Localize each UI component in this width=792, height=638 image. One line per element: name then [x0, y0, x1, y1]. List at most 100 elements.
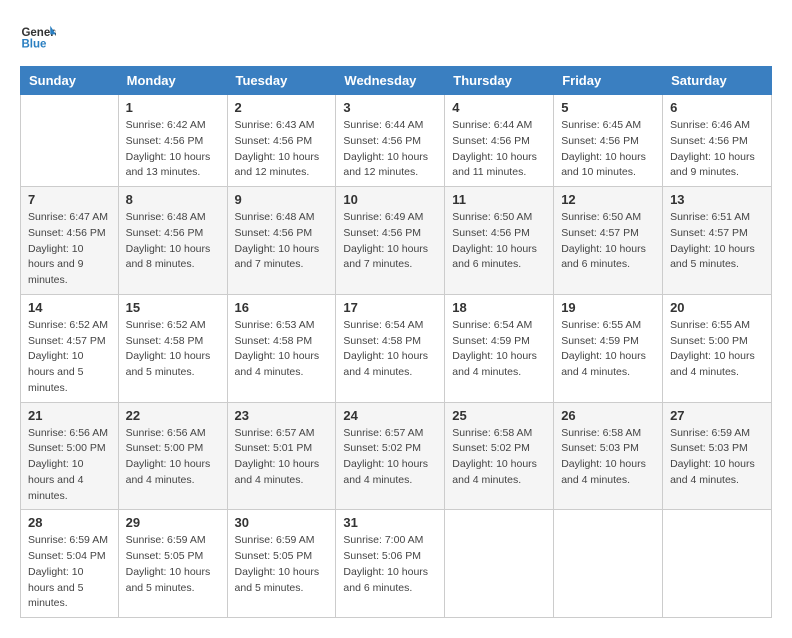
- day-cell: 16 Sunrise: 6:53 AM Sunset: 4:58 PM Dayli…: [227, 294, 336, 402]
- day-number: 15: [126, 300, 220, 315]
- day-cell: 12 Sunrise: 6:50 AM Sunset: 4:57 PM Dayli…: [554, 187, 663, 295]
- day-number: 16: [235, 300, 329, 315]
- column-header-wednesday: Wednesday: [336, 67, 445, 95]
- day-number: 3: [343, 100, 437, 115]
- svg-text:Blue: Blue: [21, 38, 47, 50]
- calendar-table: SundayMondayTuesdayWednesdayThursdayFrid…: [20, 66, 772, 618]
- day-info: Sunrise: 6:51 AM Sunset: 4:57 PM Dayligh…: [670, 210, 764, 273]
- day-cell: 4Sunrise: 6:44 AM Sunset: 4:56 PM Daylig…: [445, 95, 554, 187]
- day-cell: 6Sunrise: 6:46 AM Sunset: 4:56 PM Daylig…: [663, 95, 772, 187]
- day-number: 4: [452, 100, 546, 115]
- day-cell: 2Sunrise: 6:43 AM Sunset: 4:56 PM Daylig…: [227, 95, 336, 187]
- day-info: Sunrise: 6:57 AM Sunset: 5:02 PM Dayligh…: [343, 426, 437, 489]
- day-info: Sunrise: 6:55 AM Sunset: 4:59 PM Dayligh…: [561, 318, 655, 381]
- day-number: 9: [235, 192, 329, 207]
- day-info: Sunrise: 6:50 AM Sunset: 4:56 PM Dayligh…: [452, 210, 546, 273]
- column-header-thursday: Thursday: [445, 67, 554, 95]
- day-cell: [21, 95, 119, 187]
- day-cell: 19 Sunrise: 6:55 AM Sunset: 4:59 PM Dayli…: [554, 294, 663, 402]
- day-info: Sunrise: 6:45 AM Sunset: 4:56 PM Dayligh…: [561, 118, 655, 181]
- day-cell: 18Sunrise: 6:54 AM Sunset: 4:59 PM Dayli…: [445, 294, 554, 402]
- day-cell: 23 Sunrise: 6:57 AM Sunset: 5:01 PM Dayli…: [227, 402, 336, 510]
- day-number: 21: [28, 408, 111, 423]
- day-info: Sunrise: 6:54 AM Sunset: 4:58 PM Dayligh…: [343, 318, 437, 381]
- day-info: Sunrise: 6:48 AM Sunset: 4:56 PM Dayligh…: [235, 210, 329, 273]
- day-cell: 27 Sunrise: 6:59 AM Sunset: 5:03 PM Dayli…: [663, 402, 772, 510]
- day-info: Sunrise: 6:43 AM Sunset: 4:56 PM Dayligh…: [235, 118, 329, 181]
- day-number: 12: [561, 192, 655, 207]
- day-cell: 5 Sunrise: 6:45 AM Sunset: 4:56 PM Daylig…: [554, 95, 663, 187]
- day-cell: 28 Sunrise: 6:59 AM Sunset: 5:04 PM Dayli…: [21, 510, 119, 618]
- day-info: Sunrise: 6:57 AM Sunset: 5:01 PM Dayligh…: [235, 426, 329, 489]
- calendar-header: SundayMondayTuesdayWednesdayThursdayFrid…: [21, 67, 772, 95]
- column-header-tuesday: Tuesday: [227, 67, 336, 95]
- logo-icon: General Blue: [20, 20, 56, 56]
- day-number: 11: [452, 192, 546, 207]
- logo: General Blue: [20, 20, 56, 56]
- day-cell: 22 Sunrise: 6:56 AM Sunset: 5:00 PM Dayli…: [118, 402, 227, 510]
- calendar-body: 1Sunrise: 6:42 AM Sunset: 4:56 PM Daylig…: [21, 95, 772, 618]
- week-row-4: 21 Sunrise: 6:56 AM Sunset: 5:00 PM Dayli…: [21, 402, 772, 510]
- day-cell: [554, 510, 663, 618]
- day-info: Sunrise: 6:48 AM Sunset: 4:56 PM Dayligh…: [126, 210, 220, 273]
- day-info: Sunrise: 6:59 AM Sunset: 5:04 PM Dayligh…: [28, 533, 111, 612]
- day-number: 17: [343, 300, 437, 315]
- week-row-2: 7 Sunrise: 6:47 AM Sunset: 4:56 PM Daylig…: [21, 187, 772, 295]
- day-info: Sunrise: 6:59 AM Sunset: 5:03 PM Dayligh…: [670, 426, 764, 489]
- day-cell: 31 Sunrise: 7:00 AM Sunset: 5:06 PM Dayli…: [336, 510, 445, 618]
- day-info: Sunrise: 6:52 AM Sunset: 4:58 PM Dayligh…: [126, 318, 220, 381]
- column-header-friday: Friday: [554, 67, 663, 95]
- day-number: 28: [28, 515, 111, 530]
- day-number: 8: [126, 192, 220, 207]
- day-info: Sunrise: 6:42 AM Sunset: 4:56 PM Dayligh…: [126, 118, 220, 181]
- day-cell: 10Sunrise: 6:49 AM Sunset: 4:56 PM Dayli…: [336, 187, 445, 295]
- day-cell: 1Sunrise: 6:42 AM Sunset: 4:56 PM Daylig…: [118, 95, 227, 187]
- day-number: 25: [452, 408, 546, 423]
- day-cell: 29 Sunrise: 6:59 AM Sunset: 5:05 PM Dayli…: [118, 510, 227, 618]
- day-cell: 13Sunrise: 6:51 AM Sunset: 4:57 PM Dayli…: [663, 187, 772, 295]
- day-info: Sunrise: 6:56 AM Sunset: 5:00 PM Dayligh…: [126, 426, 220, 489]
- day-info: Sunrise: 6:56 AM Sunset: 5:00 PM Dayligh…: [28, 426, 111, 505]
- week-row-1: 1Sunrise: 6:42 AM Sunset: 4:56 PM Daylig…: [21, 95, 772, 187]
- day-info: Sunrise: 6:50 AM Sunset: 4:57 PM Dayligh…: [561, 210, 655, 273]
- week-row-5: 28 Sunrise: 6:59 AM Sunset: 5:04 PM Dayli…: [21, 510, 772, 618]
- day-info: Sunrise: 6:59 AM Sunset: 5:05 PM Dayligh…: [126, 533, 220, 596]
- column-header-sunday: Sunday: [21, 67, 119, 95]
- day-number: 10: [343, 192, 437, 207]
- day-cell: 15 Sunrise: 6:52 AM Sunset: 4:58 PM Dayli…: [118, 294, 227, 402]
- day-info: Sunrise: 6:54 AM Sunset: 4:59 PM Dayligh…: [452, 318, 546, 381]
- day-number: 22: [126, 408, 220, 423]
- day-number: 26: [561, 408, 655, 423]
- day-number: 31: [343, 515, 437, 530]
- day-number: 20: [670, 300, 764, 315]
- day-cell: 20Sunrise: 6:55 AM Sunset: 5:00 PM Dayli…: [663, 294, 772, 402]
- day-info: Sunrise: 6:52 AM Sunset: 4:57 PM Dayligh…: [28, 318, 111, 397]
- day-number: 14: [28, 300, 111, 315]
- week-row-3: 14 Sunrise: 6:52 AM Sunset: 4:57 PM Dayli…: [21, 294, 772, 402]
- day-cell: 21 Sunrise: 6:56 AM Sunset: 5:00 PM Dayli…: [21, 402, 119, 510]
- day-number: 29: [126, 515, 220, 530]
- day-info: Sunrise: 6:59 AM Sunset: 5:05 PM Dayligh…: [235, 533, 329, 596]
- day-number: 19: [561, 300, 655, 315]
- day-cell: 24 Sunrise: 6:57 AM Sunset: 5:02 PM Dayli…: [336, 402, 445, 510]
- day-info: Sunrise: 6:53 AM Sunset: 4:58 PM Dayligh…: [235, 318, 329, 381]
- page-header: General Blue: [20, 20, 772, 56]
- day-cell: [663, 510, 772, 618]
- day-info: Sunrise: 6:47 AM Sunset: 4:56 PM Dayligh…: [28, 210, 111, 289]
- day-number: 23: [235, 408, 329, 423]
- day-number: 5: [561, 100, 655, 115]
- day-cell: 25 Sunrise: 6:58 AM Sunset: 5:02 PM Dayli…: [445, 402, 554, 510]
- day-number: 6: [670, 100, 764, 115]
- day-cell: 17 Sunrise: 6:54 AM Sunset: 4:58 PM Dayli…: [336, 294, 445, 402]
- column-header-monday: Monday: [118, 67, 227, 95]
- header-row: SundayMondayTuesdayWednesdayThursdayFrid…: [21, 67, 772, 95]
- day-number: 24: [343, 408, 437, 423]
- day-number: 27: [670, 408, 764, 423]
- day-info: Sunrise: 6:58 AM Sunset: 5:02 PM Dayligh…: [452, 426, 546, 489]
- day-cell: 26 Sunrise: 6:58 AM Sunset: 5:03 PM Dayli…: [554, 402, 663, 510]
- day-info: Sunrise: 7:00 AM Sunset: 5:06 PM Dayligh…: [343, 533, 437, 596]
- day-cell: 11 Sunrise: 6:50 AM Sunset: 4:56 PM Dayli…: [445, 187, 554, 295]
- day-info: Sunrise: 6:58 AM Sunset: 5:03 PM Dayligh…: [561, 426, 655, 489]
- day-number: 7: [28, 192, 111, 207]
- column-header-saturday: Saturday: [663, 67, 772, 95]
